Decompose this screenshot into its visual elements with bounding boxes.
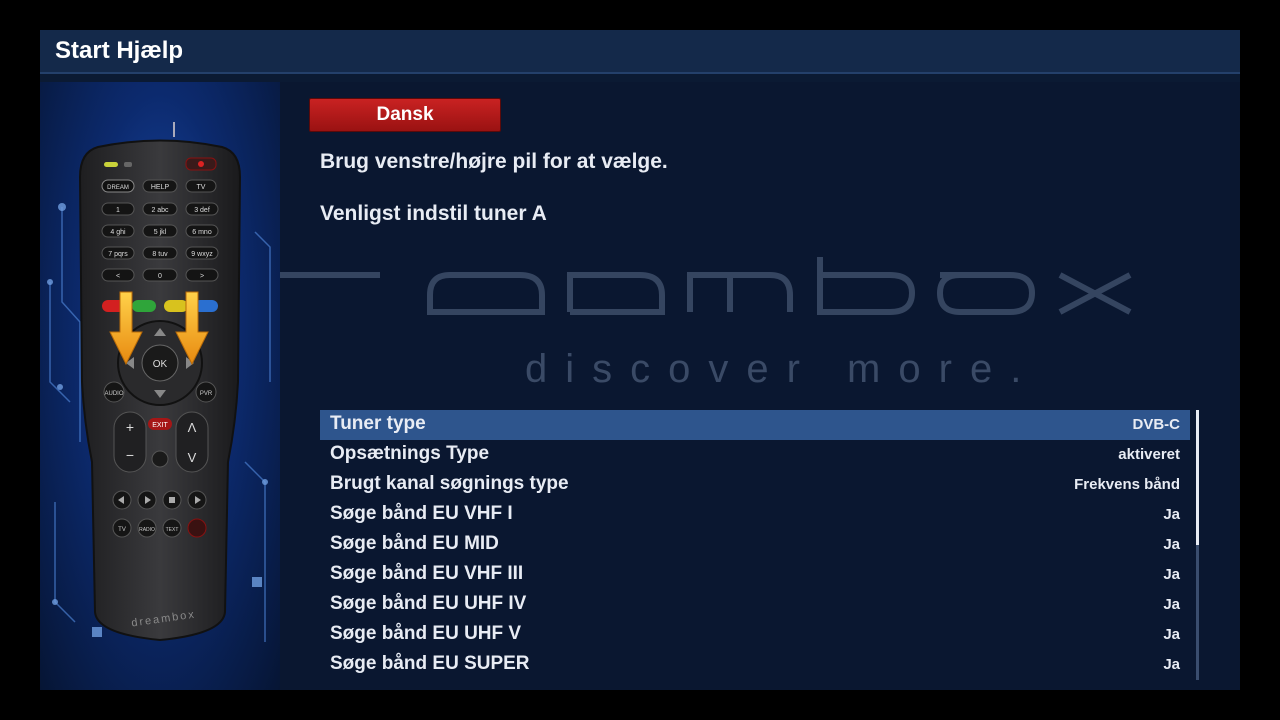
key-5: 5 jkl bbox=[154, 229, 167, 236]
setting-row-super[interactable]: Søge bånd EU SUPER Ja bbox=[320, 650, 1190, 680]
key-2: 2 abc bbox=[151, 207, 169, 214]
dreambox-watermark: discover more. bbox=[280, 257, 1132, 391]
setting-value: Ja bbox=[1163, 596, 1180, 613]
key-9: 9 wxyz bbox=[191, 251, 213, 258]
setting-value: Ja bbox=[1163, 626, 1180, 643]
content-panel: Dansk Brug venstre/højre pil for at vælg… bbox=[280, 82, 1240, 690]
list-scrollbar[interactable] bbox=[1196, 410, 1199, 680]
setting-value: Ja bbox=[1163, 566, 1180, 583]
watermark-logo bbox=[280, 257, 1132, 315]
setting-label: Søge bånd EU VHF III bbox=[330, 563, 524, 584]
setting-value: Ja bbox=[1163, 536, 1180, 553]
setting-row-scan-type[interactable]: Brugt kanal søgnings type Frekvens bånd bbox=[320, 470, 1190, 500]
scrollbar-thumb[interactable] bbox=[1196, 410, 1199, 545]
remote-dream-label: DREAM bbox=[107, 185, 129, 191]
page-title: Start Hjælp bbox=[55, 37, 184, 64]
setting-value: DVB-C bbox=[1132, 416, 1181, 433]
key-6: 6 mno bbox=[192, 229, 212, 236]
remote-minus-label: − bbox=[126, 447, 134, 463]
tuner-prompt: Venligst indstil tuner A bbox=[320, 202, 547, 225]
remote-plus-label: + bbox=[126, 419, 134, 435]
setting-label: Brugt kanal søgnings type bbox=[330, 473, 569, 494]
remote-text-label: TEXT bbox=[166, 527, 179, 533]
remote-help-label: HELP bbox=[151, 184, 170, 191]
setting-value: aktiveret bbox=[1118, 446, 1180, 463]
key-7: 7 pqrs bbox=[108, 251, 128, 258]
setting-row-setup-type[interactable]: Opsætnings Type aktiveret bbox=[320, 440, 1190, 470]
setting-label: Søge bånd EU VHF I bbox=[330, 503, 513, 524]
key-prev: < bbox=[116, 273, 120, 280]
remote-up-label: Λ bbox=[188, 420, 197, 435]
remote-ok-label: OK bbox=[153, 359, 168, 370]
setting-value: Ja bbox=[1163, 656, 1180, 673]
setting-value: Ja bbox=[1163, 506, 1180, 523]
setting-label: Søge bånd EU UHF IV bbox=[330, 593, 527, 614]
setting-row-vhf-iii[interactable]: Søge bånd EU VHF III Ja bbox=[320, 560, 1190, 590]
remote-top-buttons: DREAM HELP TV bbox=[101, 179, 217, 193]
title-bar: Start Hjælp bbox=[40, 30, 1240, 74]
watermark-tagline: discover more. bbox=[525, 347, 1039, 391]
key-4: 4 ghi bbox=[110, 229, 126, 236]
setting-value: Frekvens bånd bbox=[1074, 476, 1180, 493]
remote-illustration: DREAM HELP TV 1 2 abc 3 def 4 ghi 5 jkl … bbox=[47, 122, 271, 642]
language-button[interactable]: Dansk bbox=[309, 98, 501, 132]
instruction-text: Brug venstre/højre pil for at vælge. bbox=[320, 150, 668, 173]
remote-pvr-label: PVR bbox=[200, 391, 213, 397]
screen: Start Hjælp DREAM HELP TV 1 2 abc 3 def … bbox=[40, 30, 1240, 690]
setting-row-tuner-type[interactable]: Tuner type DVB-C bbox=[320, 410, 1190, 440]
setting-label: Søge bånd EU SUPER bbox=[330, 653, 530, 674]
remote-panel: DREAM HELP TV 1 2 abc 3 def 4 ghi 5 jkl … bbox=[40, 82, 280, 690]
remote-down-label: V bbox=[188, 450, 197, 465]
remote-exit-label: EXIT bbox=[152, 422, 168, 429]
setting-row-mid[interactable]: Søge bånd EU MID Ja bbox=[320, 530, 1190, 560]
settings-list: Tuner type DVB-C Opsætnings Type aktiver… bbox=[320, 410, 1190, 680]
remote-audio-label: AUDIO bbox=[104, 391, 123, 397]
setting-row-uhf-v[interactable]: Søge bånd EU UHF V Ja bbox=[320, 620, 1190, 650]
setting-row-vhf-i[interactable]: Søge bånd EU VHF I Ja bbox=[320, 500, 1190, 530]
setting-row-uhf-iv[interactable]: Søge bånd EU UHF IV Ja bbox=[320, 590, 1190, 620]
setting-label: Tuner type bbox=[330, 413, 426, 434]
key-8: 8 tuv bbox=[152, 251, 168, 258]
key-3: 3 def bbox=[194, 207, 210, 214]
key-0: 0 bbox=[158, 273, 162, 280]
setting-label: Opsætnings Type bbox=[330, 443, 490, 464]
remote-radio-label: RADIO bbox=[139, 527, 155, 533]
remote-bottom-tv-label: TV bbox=[118, 527, 126, 533]
key-next: > bbox=[200, 273, 204, 280]
setting-label: Søge bånd EU UHF V bbox=[330, 623, 522, 644]
key-1: 1 bbox=[116, 207, 120, 214]
setting-label: Søge bånd EU MID bbox=[330, 533, 499, 554]
remote-tv-label: TV bbox=[197, 184, 206, 191]
